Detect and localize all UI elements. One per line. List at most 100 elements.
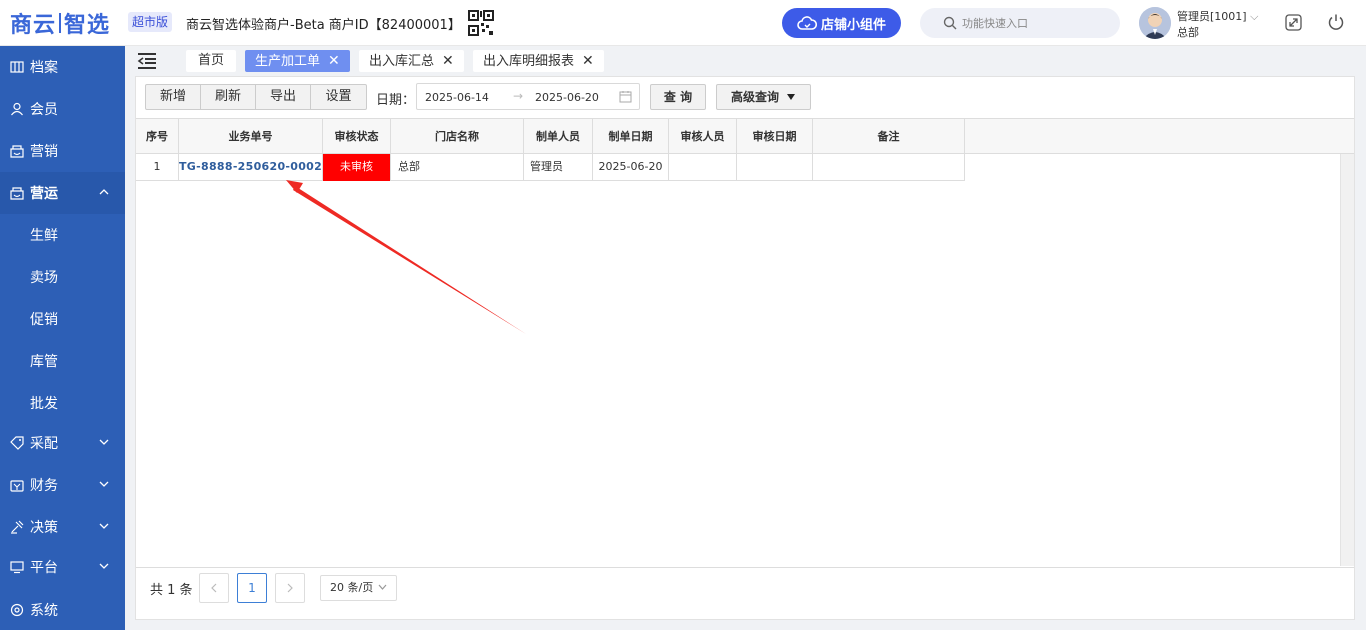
close-icon[interactable]: ✕ <box>582 53 594 69</box>
cell-order-no[interactable]: TG-8888-250620-0002 <box>179 154 323 181</box>
menu-collapse-icon[interactable] <box>137 52 157 70</box>
cell-create-date: 2025-06-20 <box>593 154 669 181</box>
advanced-query-button[interactable]: 高级查询 <box>716 84 811 110</box>
store-type-badge: 超市版 <box>128 12 173 32</box>
store-widget-button[interactable]: 店铺小组件 <box>782 8 901 38</box>
store-widget-label: 店铺小组件 <box>820 17 886 33</box>
total-count: 共 1 条 <box>150 583 193 598</box>
page-number-button[interactable]: 1 <box>237 573 267 603</box>
decision-icon <box>11 520 24 534</box>
sidebar-item-system[interactable]: 系统 <box>0 589 125 630</box>
tab-stock-detail-report[interactable]: 出入库明细报表 ✕ <box>473 50 604 72</box>
sidebar-item-marketing[interactable]: 营销 <box>0 130 125 172</box>
fullscreen-icon[interactable] <box>1285 14 1302 31</box>
add-button[interactable]: 新增 <box>146 85 201 109</box>
cell-remark <box>813 154 965 181</box>
sidebar-subitem-floor[interactable]: 卖场 <box>0 256 125 298</box>
avatar[interactable] <box>1139 7 1171 39</box>
cloud-icon <box>797 16 817 30</box>
user-icon <box>11 102 23 116</box>
top-header: 商云 智选 超市版 商云智选体验商户-Beta 商户ID【82400001】 店… <box>0 0 1366 46</box>
table-row[interactable]: 1 TG-8888-250620-0002 未审核 总部 管理员 2025-06… <box>136 154 965 181</box>
column-header[interactable]: 制单人员 <box>524 119 593 154</box>
query-button[interactable]: 查 询 <box>650 84 706 110</box>
sidebar-item-operations[interactable]: 营运 <box>0 172 125 214</box>
column-header[interactable]: 业务单号 <box>179 119 323 154</box>
sidebar-subitem-inventory[interactable]: 库管 <box>0 340 125 382</box>
date-to[interactable]: 2025-06-20 <box>535 91 599 104</box>
shop-icon <box>10 145 24 158</box>
export-button[interactable]: 导出 <box>256 85 311 109</box>
column-header[interactable]: 门店名称 <box>391 119 524 154</box>
sidebar-label: 采配 <box>30 436 58 452</box>
cell-index: 1 <box>136 154 179 181</box>
column-header[interactable]: 审核日期 <box>737 119 813 154</box>
sidebar-label: 会员 <box>30 102 58 118</box>
cell-auditor <box>669 154 737 181</box>
quick-search-placeholder: 功能快速入口 <box>962 17 1028 30</box>
sidebar-label: 营销 <box>30 144 58 160</box>
caret-down-icon <box>787 94 795 100</box>
settings-icon <box>10 603 24 617</box>
column-header[interactable]: 序号 <box>136 119 179 154</box>
archive-icon <box>10 61 24 73</box>
sidebar-item-archive[interactable]: 档案 <box>0 46 125 88</box>
tab-stock-summary[interactable]: 出入库汇总 ✕ <box>359 50 464 72</box>
quick-search-input[interactable]: 功能快速入口 <box>920 8 1120 38</box>
wallet-icon <box>10 480 24 492</box>
monitor-icon <box>10 561 24 574</box>
power-icon[interactable] <box>1327 13 1345 31</box>
date-label: 日期： <box>376 93 416 108</box>
sidebar-label: 营运 <box>30 186 58 202</box>
sidebar-subitem-wholesale[interactable]: 批发 <box>0 382 125 424</box>
date-from[interactable]: 2025-06-14 <box>425 91 489 104</box>
tab-home[interactable]: 首页 <box>186 50 236 72</box>
sidebar-item-member[interactable]: 会员 <box>0 88 125 130</box>
column-header[interactable]: 审核状态 <box>323 119 391 154</box>
data-table: 序号 业务单号 审核状态 门店名称 制单人员 制单日期 审核人员 审核日期 备注… <box>136 118 1354 567</box>
settings-button[interactable]: 设置 <box>311 85 366 109</box>
prev-page-button[interactable] <box>199 573 229 603</box>
sidebar-label: 决策 <box>30 520 58 536</box>
sidebar-item-purchasing[interactable]: 采配 <box>0 422 125 464</box>
vertical-scrollbar[interactable] <box>1340 154 1354 566</box>
user-name[interactable]: 管理员[1001] ⌵ <box>1177 8 1258 24</box>
sidebar-label: 系统 <box>30 603 58 619</box>
search-icon <box>943 16 957 30</box>
refresh-button[interactable]: 刷新 <box>201 85 256 109</box>
qr-code-icon[interactable] <box>468 10 494 36</box>
sidebar-item-decision[interactable]: 决策 <box>0 506 125 548</box>
chevron-down-icon <box>378 584 387 590</box>
chevron-right-icon <box>287 583 293 593</box>
sidebar-label: 平台 <box>30 560 58 576</box>
sidebar-item-finance[interactable]: 财务 <box>0 464 125 506</box>
close-icon[interactable]: ✕ <box>328 53 340 69</box>
next-page-button[interactable] <box>275 573 305 603</box>
sidebar-subitem-fresh[interactable]: 生鲜 <box>0 214 125 256</box>
page-size-select[interactable]: 20 条/页 <box>320 575 397 601</box>
app-logo[interactable]: 商云 智选 <box>10 8 110 38</box>
merchant-info: 商云智选体验商户-Beta 商户ID【82400001】 <box>186 18 461 33</box>
tab-production-order[interactable]: 生产加工单 ✕ <box>245 50 350 72</box>
chevron-up-icon <box>99 189 109 195</box>
sidebar-subitem-promotion[interactable]: 促销 <box>0 298 125 340</box>
date-range-picker[interactable]: 2025-06-14 → 2025-06-20 <box>416 83 640 110</box>
column-header[interactable]: 制单日期 <box>593 119 669 154</box>
chevron-down-icon <box>99 439 109 445</box>
column-header[interactable]: 审核人员 <box>669 119 737 154</box>
sidebar-label: 档案 <box>30 60 58 76</box>
logo-separator <box>59 13 62 33</box>
arrow-right-icon: → <box>513 89 524 103</box>
table-header: 序号 业务单号 审核状态 门店名称 制单人员 制单日期 审核人员 审核日期 备注 <box>136 119 1354 154</box>
cell-audit-date <box>737 154 813 181</box>
status-badge: 未审核 <box>323 154 391 181</box>
sidebar-item-platform[interactable]: 平台 <box>0 546 125 588</box>
avatar-image <box>1139 7 1171 39</box>
pagination-bar <box>136 567 1354 619</box>
chevron-down-icon <box>99 563 109 569</box>
logo-text-part1: 商云 <box>10 13 57 38</box>
logo-text-part2: 智选 <box>64 13 111 38</box>
column-header[interactable]: 备注 <box>813 119 965 154</box>
close-icon[interactable]: ✕ <box>442 53 454 69</box>
chevron-down-icon <box>99 481 109 487</box>
